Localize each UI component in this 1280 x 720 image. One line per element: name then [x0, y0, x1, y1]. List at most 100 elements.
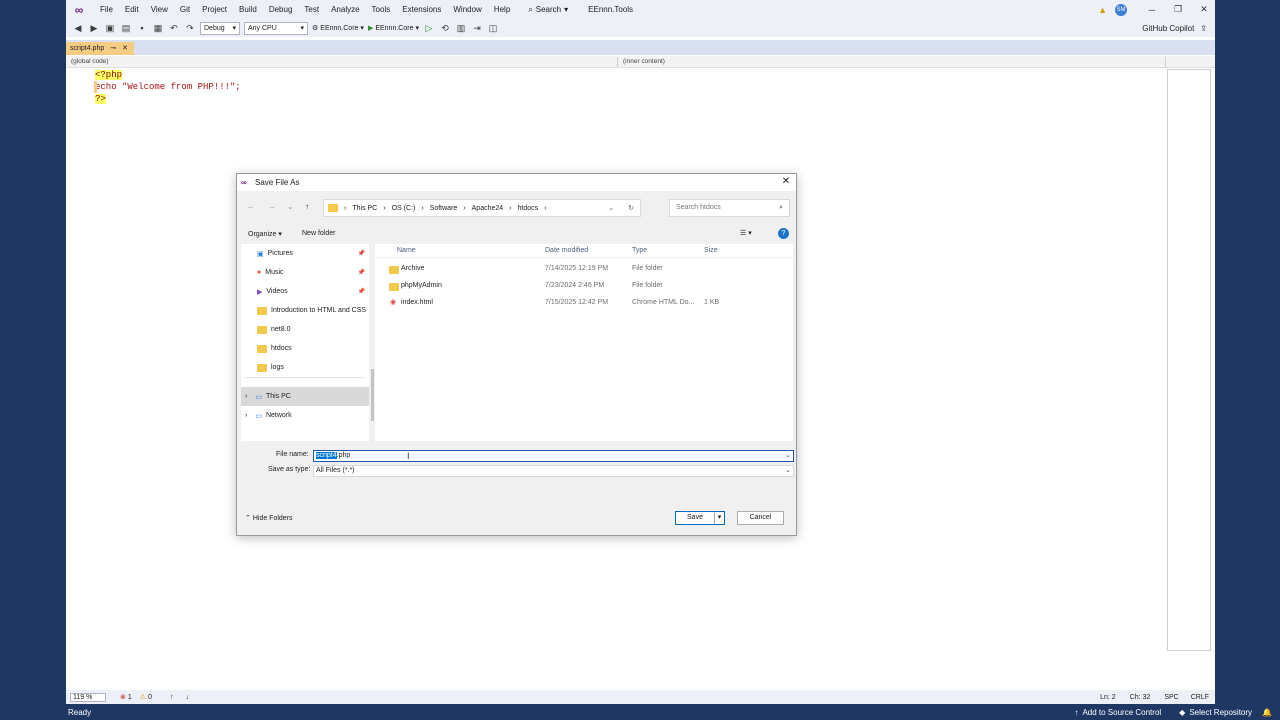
column-size[interactable]: Size: [704, 247, 718, 254]
nav-item-pictures[interactable]: ▣ Pictures 📌: [241, 244, 369, 263]
menu-file[interactable]: File: [94, 5, 119, 14]
bookmark-icon[interactable]: ◫: [487, 22, 499, 34]
list-item-archive[interactable]: Archive 7/14/2025 12:19 PM File folder: [375, 261, 793, 278]
menu-help[interactable]: Help: [488, 5, 516, 14]
warning-icon[interactable]: ⚠: [140, 693, 146, 701]
address-bar[interactable]: › This PC › OS (C:) › Software › Apache2…: [323, 199, 641, 217]
column-indicator[interactable]: Ch: 32: [1130, 694, 1151, 701]
warning-icon[interactable]: ▲: [1098, 5, 1107, 15]
hot-reload-icon[interactable]: ⟲: [439, 22, 451, 34]
forward-icon[interactable]: →: [268, 202, 276, 211]
up-icon[interactable]: ↑: [305, 202, 309, 211]
refresh-icon[interactable]: ↻: [628, 204, 634, 212]
new-project-icon[interactable]: ▣: [104, 22, 116, 34]
menu-edit[interactable]: Edit: [119, 5, 145, 14]
menu-git[interactable]: Git: [174, 5, 196, 14]
search-menu[interactable]: ⌕ Search ▾: [522, 5, 574, 15]
close-icon[interactable]: ✕: [1193, 4, 1215, 15]
save-all-icon[interactable]: ▦: [152, 22, 164, 34]
chevron-right-icon[interactable]: ›: [245, 393, 247, 400]
new-folder-button[interactable]: New folder: [302, 230, 335, 237]
line-indicator[interactable]: Ln: 2: [1100, 694, 1116, 701]
close-icon[interactable]: ✕: [780, 176, 792, 188]
breadcrumb-os-c[interactable]: OS (C:): [392, 205, 416, 212]
nav-item-videos[interactable]: ▶ Videos 📌: [241, 282, 369, 301]
minimize-icon[interactable]: ─: [1141, 5, 1163, 15]
column-type[interactable]: Type: [632, 247, 647, 254]
menu-debug[interactable]: Debug: [263, 5, 299, 14]
menu-test[interactable]: Test: [298, 5, 325, 14]
platform-select[interactable]: Any CPU ▾: [244, 21, 308, 35]
startup-project-select[interactable]: ⚙ EEnnn.Core ▾: [312, 24, 364, 33]
scrollbar-map[interactable]: [1167, 69, 1211, 651]
menu-window[interactable]: Window: [447, 5, 487, 14]
nav-item-this-pc[interactable]: › ▭ This PC: [241, 387, 369, 406]
line-ending-indicator[interactable]: CRLF: [1191, 694, 1209, 701]
view-options-icon[interactable]: ☰ ▾: [740, 229, 752, 237]
breadcrumb-software[interactable]: Software: [430, 205, 458, 212]
error-icon[interactable]: ⊗: [120, 693, 126, 701]
hide-folders-button[interactable]: ⌃ Hide Folders: [245, 514, 293, 522]
select-repository-button[interactable]: Select Repository: [1189, 708, 1252, 717]
breadcrumb-htdocs[interactable]: htdocs: [518, 205, 539, 212]
menu-build[interactable]: Build: [233, 5, 263, 14]
restore-icon[interactable]: ❐: [1167, 4, 1189, 15]
step-icon[interactable]: ⇥: [471, 22, 483, 34]
menu-analyze[interactable]: Analyze: [325, 5, 365, 14]
search-input[interactable]: Search htdocs ⌕: [669, 199, 790, 217]
list-item-phpmyadmin[interactable]: phpMyAdmin 7/23/2024 2:46 PM File folder: [375, 278, 793, 295]
save-button[interactable]: Save ▾: [675, 511, 725, 525]
scope-select[interactable]: (global code): [68, 57, 618, 67]
column-date-modified[interactable]: Date modified: [545, 247, 588, 254]
close-icon[interactable]: ✕: [122, 42, 128, 55]
forward-icon[interactable]: ▶: [88, 22, 100, 34]
back-icon[interactable]: ←: [247, 202, 255, 211]
nav-item-network[interactable]: › ▭ Network: [241, 406, 369, 425]
nav-item-logs[interactable]: logs: [241, 358, 369, 377]
chevron-right-icon[interactable]: ›: [245, 412, 247, 419]
back-icon[interactable]: ◀: [72, 22, 84, 34]
layout-icon[interactable]: ▥: [455, 22, 467, 34]
breadcrumb-apache24[interactable]: Apache24: [472, 205, 504, 212]
help-icon[interactable]: ?: [778, 228, 789, 239]
save-type-select[interactable]: All Files (*.*) ⌄: [313, 465, 794, 477]
avatar[interactable]: SM: [1115, 3, 1127, 16]
nav-item-music[interactable]: ● Music 📌: [241, 263, 369, 282]
column-name[interactable]: Name: [397, 247, 416, 254]
configuration-select[interactable]: Debug ▾: [200, 21, 240, 35]
breadcrumb-this-pc[interactable]: This PC: [352, 205, 377, 212]
chevron-down-icon[interactable]: ⌄: [608, 204, 614, 212]
chevron-down-icon[interactable]: ▾: [714, 512, 724, 524]
notification-icon[interactable]: 🔔: [1262, 708, 1272, 717]
tab-script4-php[interactable]: script4.php ⊸ ✕: [66, 42, 134, 55]
chevron-down-icon[interactable]: ⌄: [785, 466, 791, 476]
menu-tools[interactable]: Tools: [366, 5, 397, 14]
list-item-index-html[interactable]: ◉ index.html 7/15/2025 12:42 PM Chrome H…: [375, 295, 793, 312]
chevron-down-icon[interactable]: ⌄: [287, 202, 294, 211]
arrow-down-icon[interactable]: ↓: [185, 694, 189, 701]
nav-pane-scrollbar[interactable]: [371, 369, 374, 421]
share-icon[interactable]: ⇪: [1200, 24, 1207, 33]
member-select[interactable]: (inner content): [620, 57, 1166, 67]
nav-item-intro-html-css[interactable]: Introduction to HTML and CSS: [241, 301, 369, 320]
copilot-button[interactable]: GitHub Copilot: [1142, 24, 1194, 33]
menu-view[interactable]: View: [145, 5, 174, 14]
save-icon[interactable]: ▪: [136, 22, 148, 34]
nav-item-net8[interactable]: net8.0: [241, 320, 369, 339]
redo-icon[interactable]: ↷: [184, 22, 196, 34]
zoom-select[interactable]: 119 %: [70, 692, 106, 702]
pin-icon[interactable]: ⊸: [110, 42, 116, 55]
start-without-debug-icon[interactable]: ▷: [423, 22, 435, 34]
arrow-up-icon[interactable]: ↑: [170, 694, 174, 701]
menu-project[interactable]: Project: [196, 5, 233, 14]
file-name-input[interactable]: script4.php ⌄: [313, 450, 794, 462]
menu-extensions[interactable]: Extensions: [396, 5, 447, 14]
run-button[interactable]: ▶ EEnnn.Core ▾: [368, 24, 419, 33]
nav-item-htdocs[interactable]: htdocs: [241, 339, 369, 358]
cancel-button[interactable]: Cancel: [737, 511, 784, 525]
open-icon[interactable]: ▤: [120, 22, 132, 34]
add-to-source-control-button[interactable]: Add to Source Control: [1082, 708, 1161, 717]
undo-icon[interactable]: ↶: [168, 22, 180, 34]
organize-button[interactable]: Organize ▾: [248, 230, 282, 238]
spacing-indicator[interactable]: SPC: [1164, 694, 1178, 701]
